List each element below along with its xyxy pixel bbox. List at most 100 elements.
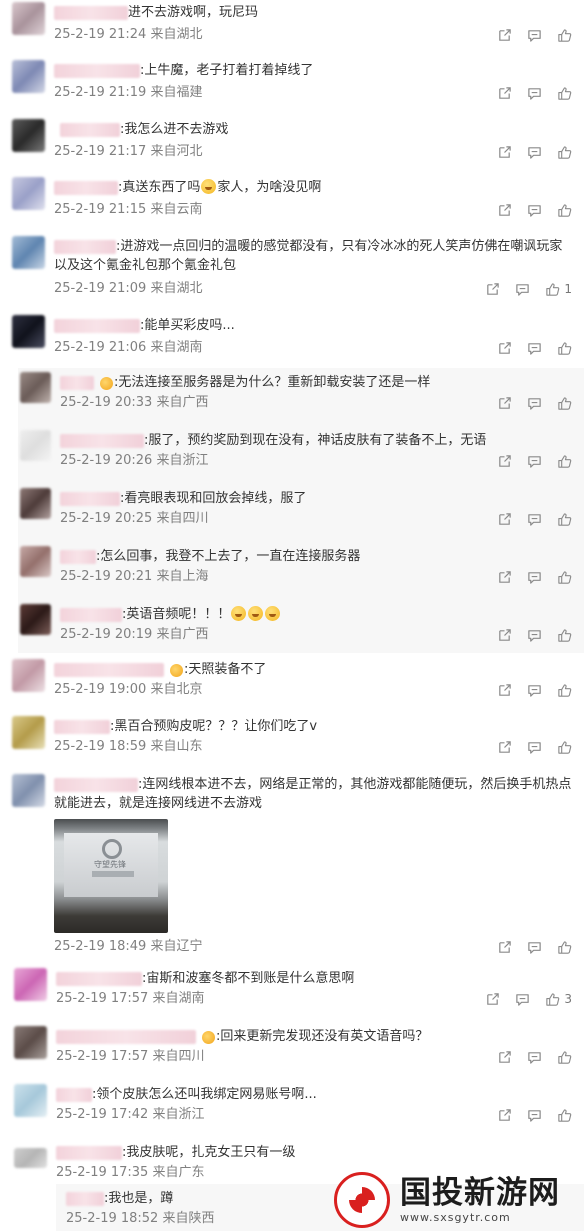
share-icon[interactable] bbox=[496, 569, 512, 585]
username[interactable] bbox=[60, 376, 94, 390]
avatar[interactable] bbox=[12, 315, 45, 348]
avatar[interactable] bbox=[20, 604, 51, 635]
comment-icon[interactable] bbox=[526, 85, 542, 101]
username[interactable] bbox=[60, 550, 96, 564]
username[interactable] bbox=[56, 972, 142, 986]
comment-time: 25-2-19 18:59 bbox=[54, 739, 147, 754]
comment-icon[interactable] bbox=[526, 340, 542, 356]
like-icon[interactable] bbox=[556, 627, 572, 643]
avatar[interactable] bbox=[20, 372, 51, 403]
avatar[interactable] bbox=[20, 546, 51, 577]
like-icon[interactable] bbox=[544, 991, 560, 1007]
like-icon[interactable] bbox=[556, 739, 572, 755]
like-icon[interactable] bbox=[556, 1049, 572, 1065]
share-icon[interactable] bbox=[484, 991, 500, 1007]
avatar[interactable] bbox=[14, 1026, 47, 1059]
vip-badge-icon bbox=[170, 664, 183, 677]
avatar[interactable] bbox=[12, 236, 45, 269]
username[interactable] bbox=[60, 434, 144, 448]
avatar[interactable] bbox=[12, 2, 45, 35]
share-icon[interactable] bbox=[496, 453, 512, 469]
username[interactable] bbox=[60, 608, 122, 622]
comment-icon[interactable] bbox=[526, 1107, 542, 1123]
avatar[interactable] bbox=[14, 1148, 47, 1168]
share-icon[interactable] bbox=[496, 340, 512, 356]
avatar[interactable] bbox=[20, 488, 51, 519]
comment-icon[interactable] bbox=[526, 511, 542, 527]
share-icon[interactable] bbox=[496, 1049, 512, 1065]
site-watermark: 国投新游网 www.sxsgytr.com bbox=[334, 1168, 584, 1231]
comment-icon[interactable] bbox=[526, 627, 542, 643]
comment-icon[interactable] bbox=[514, 991, 530, 1007]
avatar[interactable] bbox=[12, 716, 45, 749]
comment-icon[interactable] bbox=[514, 281, 530, 297]
like-icon[interactable] bbox=[556, 511, 572, 527]
share-icon[interactable] bbox=[496, 395, 512, 411]
like-icon[interactable] bbox=[556, 453, 572, 469]
username[interactable] bbox=[60, 123, 120, 137]
avatar[interactable] bbox=[12, 659, 45, 692]
comment-icon[interactable] bbox=[526, 1049, 542, 1065]
share-icon[interactable] bbox=[496, 511, 512, 527]
avatar[interactable] bbox=[12, 60, 45, 93]
username[interactable] bbox=[54, 181, 118, 195]
like-icon[interactable] bbox=[544, 281, 560, 297]
comment-meta: 25-2-19 17:57 来自湖南 bbox=[56, 991, 205, 1007]
comment-icon[interactable] bbox=[526, 395, 542, 411]
like-icon[interactable] bbox=[556, 144, 572, 160]
avatar[interactable] bbox=[12, 774, 45, 807]
share-icon[interactable] bbox=[496, 27, 512, 43]
like-icon[interactable] bbox=[556, 939, 572, 955]
like-icon[interactable] bbox=[556, 202, 572, 218]
comment-location: 来自湖北 bbox=[150, 27, 203, 42]
comment-icon[interactable] bbox=[526, 27, 542, 43]
comment-icon[interactable] bbox=[526, 453, 542, 469]
comment-text: 进不去游戏啊，玩尼玛 bbox=[128, 5, 259, 20]
share-icon[interactable] bbox=[496, 939, 512, 955]
avatar[interactable] bbox=[14, 968, 47, 1001]
username[interactable] bbox=[66, 1192, 104, 1206]
username[interactable] bbox=[56, 1030, 196, 1044]
username[interactable] bbox=[56, 1088, 92, 1102]
share-icon[interactable] bbox=[496, 739, 512, 755]
reply-time: 25-2-19 20:21 bbox=[60, 569, 153, 584]
avatar[interactable] bbox=[20, 430, 51, 461]
reply-meta: 25-2-19 20:21 来自上海 bbox=[60, 569, 209, 585]
share-icon[interactable] bbox=[496, 682, 512, 698]
share-icon[interactable] bbox=[496, 85, 512, 101]
username[interactable] bbox=[54, 319, 140, 333]
like-icon[interactable] bbox=[556, 569, 572, 585]
share-icon[interactable] bbox=[496, 202, 512, 218]
comment-icon[interactable] bbox=[526, 682, 542, 698]
comment-time: 25-2-19 19:00 bbox=[54, 682, 147, 697]
comment-icon[interactable] bbox=[526, 739, 542, 755]
share-icon[interactable] bbox=[496, 627, 512, 643]
avatar[interactable] bbox=[14, 1084, 47, 1117]
username[interactable] bbox=[54, 6, 128, 20]
comment-icon[interactable] bbox=[526, 144, 542, 160]
comment-icon[interactable] bbox=[526, 569, 542, 585]
comment-meta: 25-2-19 17:42 来自浙江 bbox=[56, 1107, 205, 1123]
comment-icon[interactable] bbox=[526, 202, 542, 218]
like-icon[interactable] bbox=[556, 395, 572, 411]
like-icon[interactable] bbox=[556, 340, 572, 356]
username[interactable] bbox=[56, 1146, 122, 1160]
username[interactable] bbox=[54, 64, 140, 78]
reply-time: 25-2-19 20:19 bbox=[60, 627, 153, 642]
comment-actions bbox=[482, 26, 572, 44]
comment-time: 25-2-19 17:57 bbox=[56, 991, 149, 1006]
avatar[interactable] bbox=[12, 177, 45, 210]
avatar[interactable] bbox=[12, 119, 45, 152]
username[interactable] bbox=[60, 492, 120, 506]
like-icon[interactable] bbox=[556, 27, 572, 43]
share-icon[interactable] bbox=[496, 144, 512, 160]
like-icon[interactable] bbox=[556, 682, 572, 698]
like-icon[interactable] bbox=[556, 1107, 572, 1123]
like-icon[interactable] bbox=[556, 85, 572, 101]
username[interactable] bbox=[54, 720, 110, 734]
attached-photo[interactable]: 守望先锋 bbox=[54, 819, 168, 933]
username[interactable] bbox=[54, 663, 164, 677]
comment-icon[interactable] bbox=[526, 939, 542, 955]
share-icon[interactable] bbox=[484, 281, 500, 297]
share-icon[interactable] bbox=[496, 1107, 512, 1123]
